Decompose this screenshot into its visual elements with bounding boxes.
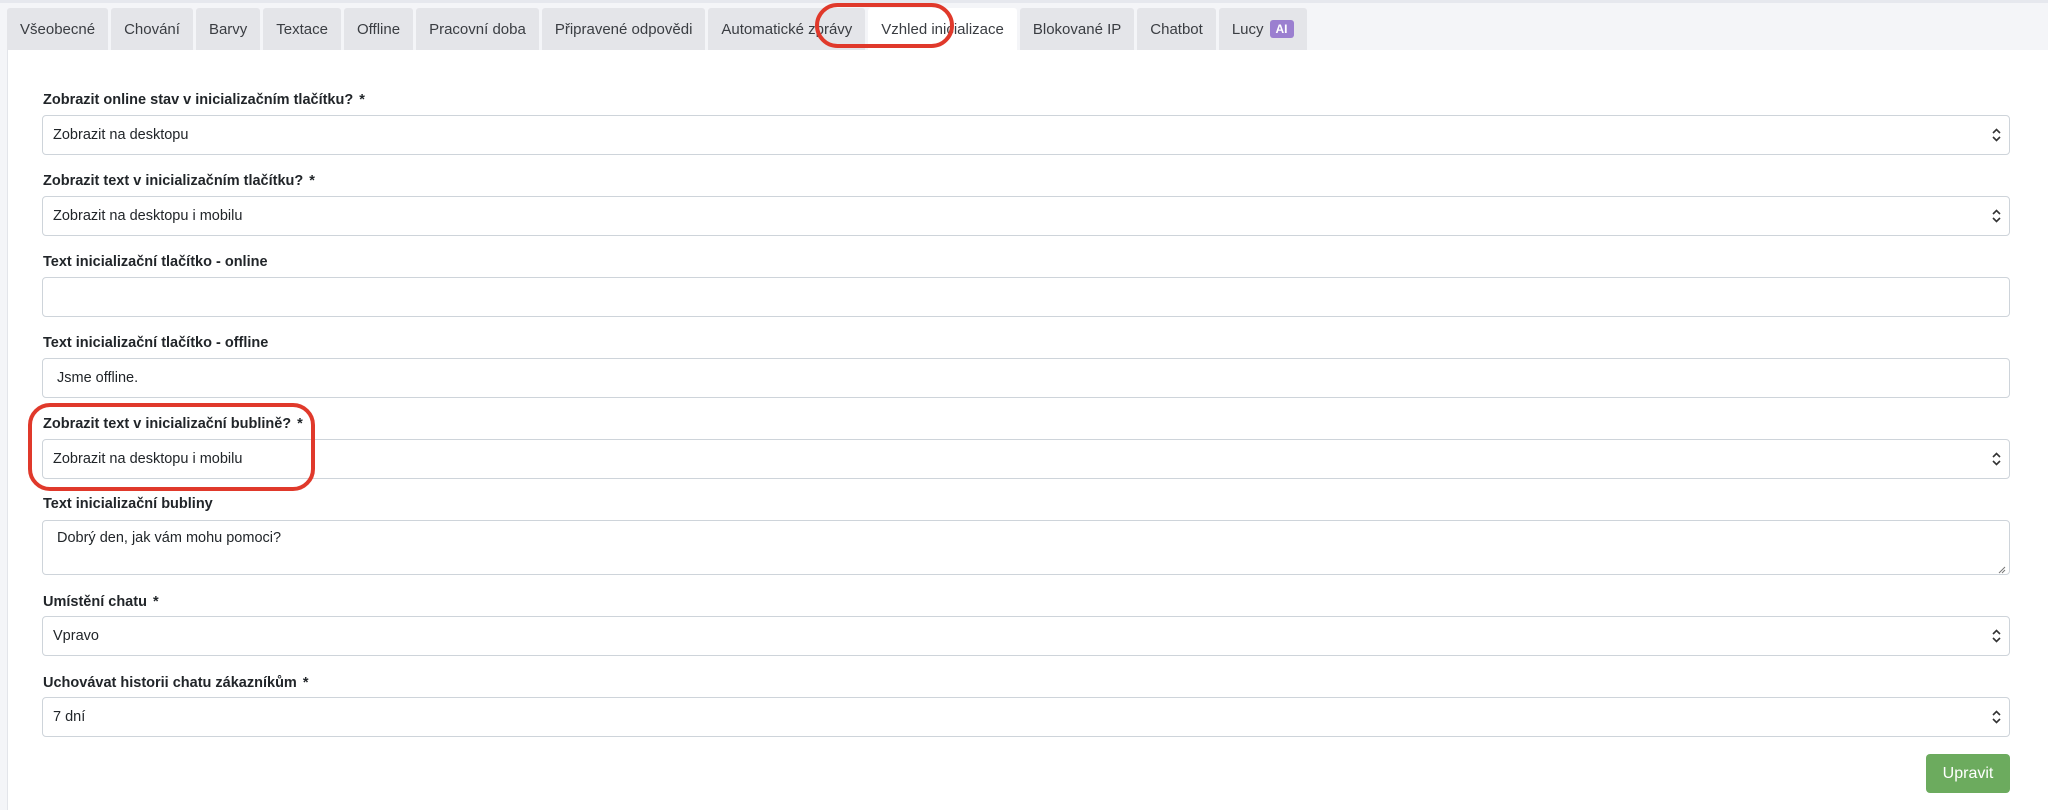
top-border <box>0 0 2048 3</box>
ai-badge: AI <box>1269 20 1294 38</box>
tab-label: Všeobecné <box>20 20 96 38</box>
tab-label: Automatické zprávy <box>721 20 853 38</box>
tab-label: Vzhled inicializace <box>881 20 1004 38</box>
tab-pracovni-doba[interactable]: Pracovní doba <box>416 8 539 50</box>
tab-label: Chatbot <box>1150 20 1203 38</box>
select-value: 7 dní <box>53 709 86 725</box>
label-text: Zobrazit text v inicializační bublině? <box>43 416 292 432</box>
submit-button[interactable]: Upravit <box>1926 754 2010 793</box>
button-text-offline-label: Text inicializační tlačítko - offline <box>43 335 268 351</box>
tab-barvy[interactable]: Barvy <box>195 8 261 50</box>
tab-chovani[interactable]: Chování <box>111 8 193 50</box>
required-mark: * <box>359 92 365 108</box>
tab-label: Offline <box>356 20 401 38</box>
required-mark: * <box>152 594 159 610</box>
button-text-visibility-select[interactable]: Zobrazit na desktopu i mobilu <box>42 196 2010 236</box>
tab-offline[interactable]: Offline <box>343 8 414 50</box>
label-text: Umístění chatu <box>43 594 147 610</box>
required-mark: * <box>302 675 309 691</box>
label-text: Zobrazit text v inicializačním tlačítku? <box>43 173 304 189</box>
select-caret-icon <box>1991 451 2001 467</box>
bubble-text-textarea[interactable]: Dobrý den, jak vám mohu pomoci? <box>42 520 2010 575</box>
tab-label: Barvy <box>208 20 248 38</box>
settings-tabs: Všeobecné Chování Barvy Textace Offline … <box>7 8 1307 50</box>
select-value: Zobrazit na desktopu i mobilu <box>53 208 243 224</box>
online-status-select[interactable]: Zobrazit na desktopu <box>42 115 2010 155</box>
select-caret-icon <box>1991 127 2001 143</box>
tab-vzhled-inicializace[interactable]: Vzhled inicializace <box>868 8 1017 50</box>
label-text: Text inicializační bubliny <box>43 496 213 512</box>
tab-pripravene-odpovedi[interactable]: Připravené odpovědi <box>541 8 706 50</box>
tab-label: Pracovní doba <box>429 20 526 38</box>
required-mark: * <box>297 416 303 432</box>
tab-lucy[interactable]: Lucy AI <box>1218 8 1307 50</box>
input-value: Jsme offline. <box>57 370 139 386</box>
select-value: Vpravo <box>53 628 99 644</box>
button-text-offline-input[interactable]: Jsme offline. <box>42 358 2010 398</box>
textarea-value: Dobrý den, jak vám mohu pomoci? <box>57 530 282 546</box>
tab-blokovane-ip[interactable]: Blokované IP <box>1019 8 1135 50</box>
label-text: Text inicializační tlačítko - offline <box>43 335 269 351</box>
tab-label: Připravené odpovědi <box>554 20 693 38</box>
chat-position-label: Umístění chatu * <box>43 594 159 610</box>
tab-label: Lucy <box>1231 20 1264 38</box>
label-text: Text inicializační tlačítko - online <box>43 254 268 270</box>
button-text-online-label: Text inicializační tlačítko - online <box>43 254 268 270</box>
select-value: Zobrazit na desktopu <box>53 127 189 143</box>
tab-chatbot[interactable]: Chatbot <box>1137 8 1216 50</box>
select-caret-icon <box>1991 208 2001 224</box>
label-text: Zobrazit online stav v inicializačním tl… <box>43 92 354 108</box>
bubble-text-label: Text inicializační bubliny <box>43 496 213 512</box>
select-value: Zobrazit na desktopu i mobilu <box>53 451 243 467</box>
history-retention-select[interactable]: 7 dní <box>42 697 2010 737</box>
tab-label: Blokované IP <box>1032 20 1122 38</box>
select-caret-icon <box>1991 628 2001 644</box>
online-status-label: Zobrazit online stav v inicializačním tl… <box>43 92 365 108</box>
required-mark: * <box>309 173 315 189</box>
select-caret-icon <box>1991 709 2001 725</box>
tab-label: Chování <box>124 20 180 38</box>
button-text-online-input[interactable] <box>42 277 2010 317</box>
tab-label: Textace <box>276 20 328 38</box>
button-text-visibility-label: Zobrazit text v inicializačním tlačítku?… <box>43 173 315 189</box>
resize-handle-icon[interactable] <box>1997 562 2006 574</box>
tab-automaticke-zpravy[interactable]: Automatické zprávy <box>708 8 866 50</box>
chat-position-select[interactable]: Vpravo <box>42 616 2010 656</box>
history-retention-label: Uchovávat historii chatu zákazníkům * <box>43 675 308 691</box>
tab-vseobecne[interactable]: Všeobecné <box>7 8 109 50</box>
label-text: Uchovávat historii chatu zákazníkům <box>43 675 297 691</box>
settings-panel <box>7 50 2048 810</box>
bubble-text-visibility-select[interactable]: Zobrazit na desktopu i mobilu <box>42 439 2010 479</box>
bubble-text-visibility-label: Zobrazit text v inicializační bublině? * <box>43 416 303 432</box>
tab-textace[interactable]: Textace <box>263 8 341 50</box>
